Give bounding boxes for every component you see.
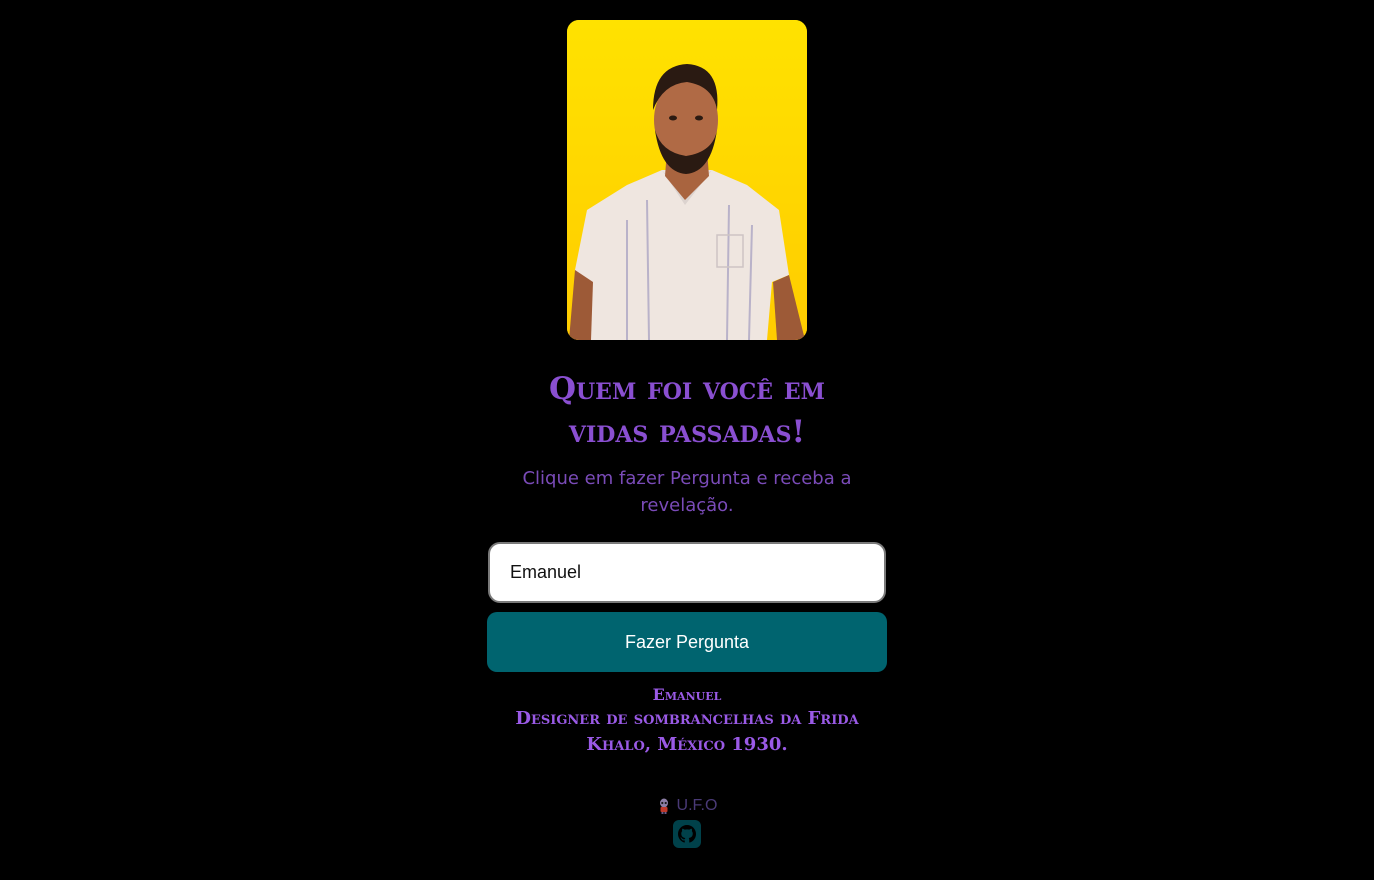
ask-question-button[interactable]: Fazer Pergunta [487,612,887,672]
subtitle-line1: Clique em fazer Pergunta e receba a [522,468,852,489]
answer-line1: Designer de sombrancelhas da Frida [515,708,859,729]
github-link[interactable] [673,820,701,848]
headline-line2: vidas passadas! [568,414,806,450]
profile-photo [567,20,807,340]
answer-text: Designer de sombrancelhas da Frida Khalo… [487,706,887,758]
answer-name: Emanuel [652,685,722,704]
footer-brand-text: U.F.O [676,797,718,814]
name-input[interactable] [488,542,886,603]
answer-line2: Khalo, México 1930. [586,734,788,755]
footer-brand: U.F.O [587,797,787,815]
alien-icon [657,798,671,814]
headline-line1: Quem foi você em [548,371,825,407]
page-headline: Quem foi você em vidas passadas! [487,368,887,454]
page-subtitle: Clique em fazer Pergunta e receba a reve… [487,465,887,519]
github-icon [678,825,696,843]
subtitle-line2: revelação. [640,495,734,516]
